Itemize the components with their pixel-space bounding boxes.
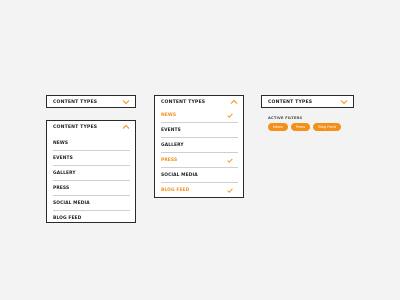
option-label: PRESS bbox=[53, 185, 70, 191]
content-types-dropdown-open[interactable]: CONTENT TYPES NEWS EVENTS GALLERY PRESS … bbox=[46, 120, 136, 223]
chevron-up-icon[interactable] bbox=[230, 99, 238, 105]
option-label: NEWS bbox=[53, 140, 69, 146]
check-icon bbox=[227, 112, 233, 118]
option-label: SOCIAL MEDIA bbox=[161, 172, 198, 178]
content-types-dropdown-filtered[interactable]: CONTENT TYPES bbox=[261, 95, 354, 108]
option-events[interactable]: EVENTS bbox=[161, 123, 238, 138]
dropdown-title: CONTENT TYPES bbox=[161, 99, 206, 105]
option-blog-feed[interactable]: BLOG FEED bbox=[161, 183, 238, 198]
option-label: GALLERY bbox=[53, 170, 76, 176]
filter-chip-press[interactable]: Press bbox=[290, 123, 311, 131]
filter-chip-news[interactable]: News bbox=[268, 123, 288, 131]
chevron-down-icon[interactable] bbox=[340, 99, 348, 105]
option-social-media[interactable]: SOCIAL MEDIA bbox=[53, 196, 130, 211]
option-label: EVENTS bbox=[53, 155, 73, 161]
content-types-dropdown-selected[interactable]: CONTENT TYPES NEWS EVENTS GALLERY PRESS … bbox=[154, 95, 244, 198]
dropdown-options: NEWS EVENTS GALLERY PRESS SOCIAL MEDIA B… bbox=[47, 133, 130, 226]
dropdown-header[interactable]: CONTENT TYPES bbox=[47, 121, 135, 133]
option-press[interactable]: PRESS bbox=[53, 181, 130, 196]
option-social-media[interactable]: SOCIAL MEDIA bbox=[161, 168, 238, 183]
option-label: EVENTS bbox=[161, 127, 181, 133]
option-news[interactable]: NEWS bbox=[161, 108, 238, 123]
dropdown-header[interactable]: CONTENT TYPES bbox=[47, 96, 135, 108]
option-events[interactable]: EVENTS bbox=[53, 151, 130, 166]
active-filters-label: ACTIVE FILTERS bbox=[268, 116, 303, 120]
chevron-down-icon[interactable] bbox=[122, 99, 130, 105]
check-icon bbox=[227, 157, 233, 163]
active-filters: ACTIVE FILTERS News Press Blog Feed bbox=[268, 116, 341, 131]
content-types-dropdown-collapsed[interactable]: CONTENT TYPES bbox=[46, 95, 136, 108]
option-label: GALLERY bbox=[161, 142, 184, 148]
option-label: BLOG FEED bbox=[161, 188, 190, 193]
option-label: PRESS bbox=[161, 157, 178, 163]
chevron-up-icon[interactable] bbox=[122, 124, 130, 130]
dropdown-title: CONTENT TYPES bbox=[268, 99, 313, 105]
dropdown-options: NEWS EVENTS GALLERY PRESS SOCIAL MEDIA B… bbox=[155, 108, 238, 198]
option-news[interactable]: NEWS bbox=[53, 136, 130, 151]
option-label: SOCIAL MEDIA bbox=[53, 200, 90, 206]
filter-chip-blog-feed[interactable]: Blog Feed bbox=[313, 123, 341, 131]
option-label: BLOG FEED bbox=[53, 216, 82, 221]
option-blog-feed[interactable]: BLOG FEED bbox=[53, 211, 130, 226]
option-label: NEWS bbox=[161, 112, 177, 118]
option-gallery[interactable]: GALLERY bbox=[161, 138, 238, 153]
dropdown-header[interactable]: CONTENT TYPES bbox=[155, 96, 243, 108]
dropdown-header[interactable]: CONTENT TYPES bbox=[262, 96, 353, 108]
option-press[interactable]: PRESS bbox=[161, 153, 238, 168]
dropdown-title: CONTENT TYPES bbox=[53, 124, 98, 130]
option-gallery[interactable]: GALLERY bbox=[53, 166, 130, 181]
check-icon bbox=[227, 188, 233, 193]
dropdown-title: CONTENT TYPES bbox=[53, 99, 98, 105]
filter-chips: News Press Blog Feed bbox=[268, 123, 341, 131]
